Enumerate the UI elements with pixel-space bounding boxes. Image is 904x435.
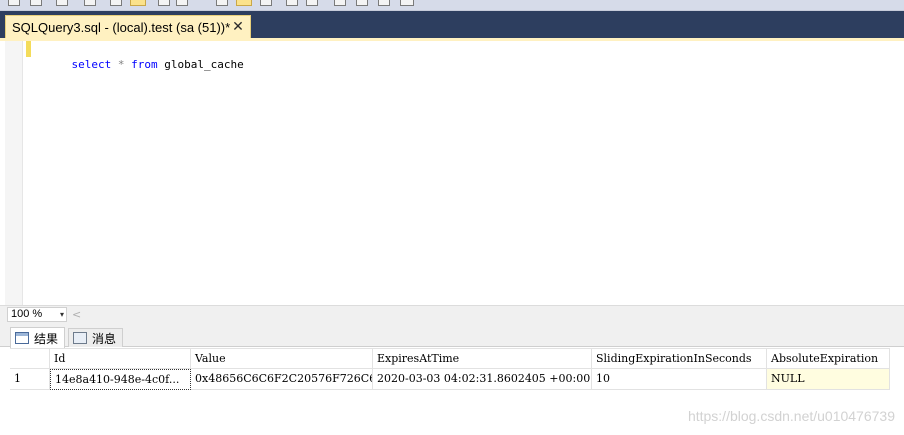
cell-slidingexpiration[interactable]: 10 <box>592 369 767 390</box>
editor-gutter <box>5 41 23 305</box>
toolbar-button[interactable] <box>216 0 228 6</box>
cell-value[interactable]: 0x48656C6C6F2C20576F726C6421 <box>191 369 373 390</box>
results-tabs: 结果 消息 <box>0 322 904 348</box>
row-header-corner[interactable] <box>10 348 50 369</box>
messages-icon <box>73 332 87 344</box>
tab-results-label: 结果 <box>34 331 59 346</box>
toolbar-button[interactable] <box>8 0 20 6</box>
tab-messages-label: 消息 <box>92 331 117 346</box>
toolbar-button[interactable] <box>378 0 390 6</box>
watermark: https://blog.csdn.net/u010476739 <box>687 408 895 424</box>
toolbar-button-highlighted[interactable] <box>130 0 146 6</box>
tab-results[interactable]: 结果 <box>10 327 66 348</box>
chevron-down-icon: ▾ <box>59 310 64 319</box>
query-editor[interactable]: select * from global_cache <box>0 41 904 305</box>
zoom-value: 100 % <box>11 308 43 320</box>
keyword-select: select <box>71 58 112 71</box>
tab-messages[interactable]: 消息 <box>68 328 124 347</box>
keyword-from: from <box>131 58 158 71</box>
operator-star: * <box>117 58 125 71</box>
toolbar-button[interactable] <box>176 0 188 6</box>
cell-id[interactable]: 14e8a410-948e-4c0f... <box>50 369 191 390</box>
document-tab[interactable]: SQLQuery3.sql - (local).test (sa (51))* … <box>5 15 251 38</box>
toolbar-button[interactable] <box>56 0 68 6</box>
toolbar-button[interactable] <box>306 0 318 6</box>
toolbar-button[interactable] <box>356 0 368 6</box>
results-grid[interactable]: Id Value ExpiresAtTime SlidingExpiration… <box>10 348 904 393</box>
column-header-slidingexpiration[interactable]: SlidingExpirationInSeconds <box>592 348 767 369</box>
change-indicator <box>26 41 31 57</box>
toolbar-button[interactable] <box>110 0 122 6</box>
toolbar-button[interactable] <box>334 0 346 6</box>
row-number[interactable]: 1 <box>10 369 50 390</box>
cell-absoluteexpiration[interactable]: NULL <box>767 369 890 390</box>
close-icon[interactable]: ✕ <box>230 19 246 35</box>
zoom-bar: 100 % ▾ < <box>0 305 904 322</box>
grid-header-row: Id Value ExpiresAtTime SlidingExpiration… <box>10 348 904 369</box>
document-tab-bar: SQLQuery3.sql - (local).test (sa (51))* … <box>0 11 904 38</box>
cell-expiresattime[interactable]: 2020-03-03 04:02:31.8602405 +00:00 <box>373 369 592 390</box>
code-line[interactable]: select * from global_cache <box>45 41 244 71</box>
scroll-left-icon[interactable]: < <box>72 307 81 322</box>
toolbar-button-highlighted[interactable] <box>236 0 252 6</box>
toolbar-button[interactable] <box>260 0 272 6</box>
column-header-id[interactable]: Id <box>50 348 191 369</box>
toolbar-button[interactable] <box>30 0 42 6</box>
toolbar-button[interactable] <box>84 0 96 6</box>
toolbar-button[interactable] <box>286 0 298 6</box>
zoom-dropdown[interactable]: 100 % ▾ <box>7 307 67 322</box>
toolbar-button[interactable] <box>158 0 170 6</box>
results-panel: 结果 消息 Id Value ExpiresAtTime SlidingExpi… <box>0 322 904 435</box>
table-row[interactable]: 1 14e8a410-948e-4c0f... 0x48656C6C6F2C20… <box>10 369 904 390</box>
toolbar <box>0 0 904 11</box>
table-identifier: global_cache <box>157 58 244 71</box>
column-header-absoluteexpiration[interactable]: AbsoluteExpiration <box>767 348 890 369</box>
document-tab-title: SQLQuery3.sql - (local).test (sa (51))* <box>12 19 231 35</box>
column-header-expiresattime[interactable]: ExpiresAtTime <box>373 348 592 369</box>
toolbar-button[interactable] <box>400 0 414 6</box>
column-header-value[interactable]: Value <box>191 348 373 369</box>
grid-icon <box>15 332 29 344</box>
